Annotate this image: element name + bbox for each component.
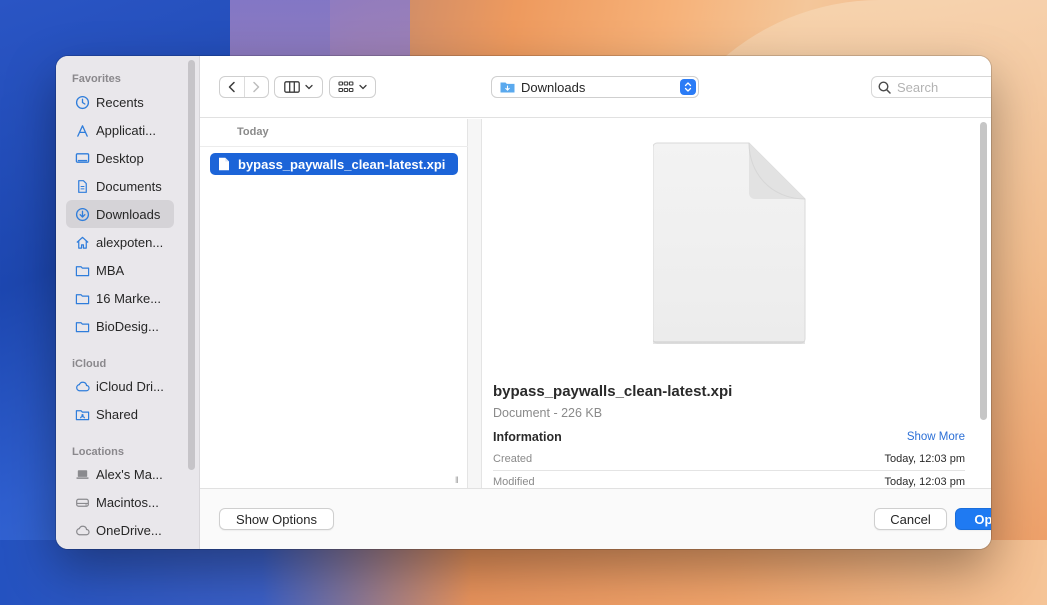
laptop-icon: [74, 466, 90, 482]
sidebar-item-documents[interactable]: Documents: [66, 172, 174, 200]
show-options-button[interactable]: Show Options: [219, 508, 334, 530]
cloud-icon: [74, 522, 90, 538]
information-heading: Information: [493, 430, 562, 444]
view-mode-button[interactable]: [274, 76, 323, 98]
sidebar-item-label: Downloads: [96, 206, 161, 222]
chevron-down-icon: [359, 84, 367, 90]
desktop-icon: [74, 150, 90, 166]
sidebar-item-label: Applicati...: [96, 122, 156, 138]
cloud-icon: [74, 378, 90, 394]
sidebar-item-label: alexpoten...: [96, 234, 164, 250]
preview-scrollbar[interactable]: [980, 122, 987, 420]
document-icon: [74, 178, 90, 194]
sidebar-item-desktop[interactable]: Desktop: [66, 144, 174, 172]
folder-icon: [74, 290, 90, 306]
preview-file-name: bypass_paywalls_clean-latest.xpi: [493, 383, 733, 400]
sidebar-item-shared[interactable]: Shared: [66, 400, 174, 428]
sidebar-item-alexs-mac[interactable]: Alex's Ma...: [66, 460, 174, 488]
location-label: Downloads: [521, 79, 586, 95]
back-button[interactable]: [220, 77, 244, 97]
sidebar: Favorites Recents Applicati... Desktop D…: [56, 56, 200, 549]
sidebar-item-downloads[interactable]: Downloads: [66, 200, 174, 228]
sidebar-item-label: OneDrive...: [96, 522, 162, 538]
folder-icon: [74, 318, 90, 334]
sidebar-item-label: BioDesig...: [96, 318, 159, 334]
sidebar-section-icloud: iCloud: [72, 358, 107, 370]
group-header: Today: [237, 126, 269, 138]
sidebar-item-label: 16 Marke...: [96, 290, 162, 306]
home-icon: [74, 234, 90, 250]
stepper-icon: [680, 79, 696, 95]
columns-view-icon: [284, 81, 300, 93]
dialog-footer: Show Options Cancel Open: [200, 488, 991, 549]
disk-icon: [74, 494, 90, 510]
shared-folder-icon: [74, 406, 90, 422]
forward-button[interactable]: [245, 77, 269, 97]
info-value: Today, 12:03 pm: [884, 453, 965, 465]
sidebar-item-label: Documents: [96, 178, 162, 194]
info-row-modified: Modified Today, 12:03 pm: [493, 476, 965, 488]
preview-pane: bypass_paywalls_clean-latest.xpi Documen…: [483, 119, 979, 488]
sidebar-item-label: Alex's Ma...: [96, 466, 163, 482]
sidebar-item-biodesig[interactable]: BioDesig...: [66, 312, 174, 340]
sidebar-item-recents[interactable]: Recents: [66, 88, 174, 116]
sidebar-item-label: Desktop: [96, 150, 144, 166]
sidebar-item-icloud-drive[interactable]: iCloud Dri...: [66, 372, 174, 400]
sidebar-item-home[interactable]: alexpoten...: [66, 228, 174, 256]
file-name: bypass_paywalls_clean-latest.xpi: [238, 156, 446, 172]
open-file-dialog: Favorites Recents Applicati... Desktop D…: [56, 56, 991, 549]
sidebar-scrollbar[interactable]: [188, 60, 195, 470]
preview-file-kind: Document - 226 KB: [493, 406, 603, 420]
cancel-button[interactable]: Cancel: [874, 508, 947, 530]
info-value: Today, 12:03 pm: [884, 476, 965, 488]
chevron-right-icon: [253, 81, 260, 93]
info-label: Modified: [493, 476, 535, 488]
info-label: Created: [493, 453, 533, 465]
open-button[interactable]: Open: [955, 508, 991, 530]
search-field[interactable]: [871, 76, 991, 98]
document-preview-icon: [653, 142, 806, 344]
sidebar-item-label: Recents: [96, 94, 144, 110]
file-row-selected[interactable]: bypass_paywalls_clean-latest.xpi: [210, 153, 458, 175]
sidebar-item-macintosh-hd[interactable]: Macintos...: [66, 488, 174, 516]
column-resize-handle[interactable]: ‖: [455, 475, 459, 485]
toolbar: Downloads: [200, 56, 991, 118]
search-icon: [878, 80, 891, 94]
folder-icon: [74, 262, 90, 278]
sidebar-item-label: iCloud Dri...: [96, 378, 164, 394]
sidebar-item-onedrive[interactable]: OneDrive...: [66, 516, 174, 544]
divider: [493, 470, 965, 471]
sidebar-item-label: Shared: [96, 406, 138, 422]
downloads-folder-icon: [500, 82, 515, 93]
column-gutter: [468, 119, 482, 488]
applications-icon: [74, 122, 90, 138]
sidebar-item-label: MBA: [96, 262, 125, 278]
file-column: Today bypass_paywalls_clean-latest.xpi ‖: [200, 119, 468, 488]
location-dropdown[interactable]: Downloads: [491, 76, 699, 98]
divider: [200, 146, 468, 147]
sidebar-item-16-marke[interactable]: 16 Marke...: [66, 284, 174, 312]
sidebar-section-locations: Locations: [72, 446, 124, 458]
info-row-created: Created Today, 12:03 pm: [493, 453, 965, 475]
grid-icon: [338, 81, 354, 93]
clock-icon: [74, 94, 90, 110]
file-icon: [219, 157, 229, 171]
sidebar-item-applications[interactable]: Applicati...: [66, 116, 174, 144]
navigation-buttons: [219, 76, 269, 98]
search-input[interactable]: [897, 79, 991, 95]
sidebar-item-label: Macintos...: [96, 494, 159, 510]
group-by-button[interactable]: [329, 76, 376, 98]
sidebar-item-mba[interactable]: MBA: [66, 256, 174, 284]
sidebar-section-favorites: Favorites: [72, 73, 121, 85]
download-icon: [74, 206, 90, 222]
show-more-link[interactable]: Show More: [907, 431, 965, 443]
chevron-down-icon: [305, 84, 313, 90]
chevron-left-icon: [228, 81, 235, 93]
wallpaper-bottom: [0, 540, 1047, 605]
